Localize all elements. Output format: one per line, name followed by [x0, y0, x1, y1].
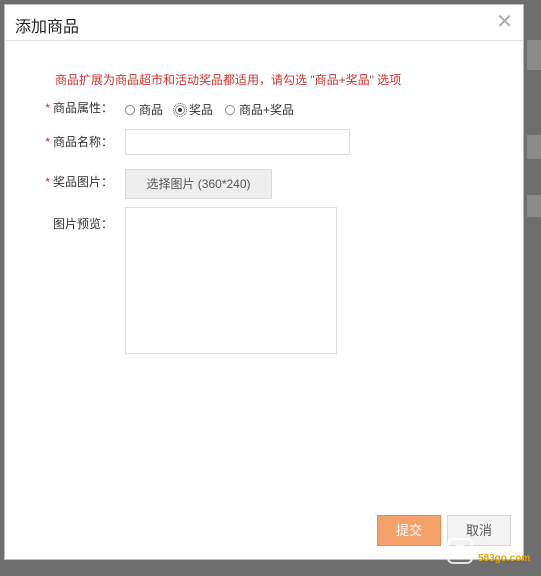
attribute-radio-group: 商品 奖品 商品+奖品 — [125, 101, 306, 118]
radio-label: 奖品 — [189, 103, 214, 117]
image-row: * 奖品图片： 选择图片 (360*240) — [5, 169, 523, 199]
background-strip — [527, 195, 541, 217]
name-label: 商品名称： — [52, 135, 113, 149]
image-label: 奖品图片： — [52, 175, 113, 189]
attribute-label: 商品属性： — [52, 101, 113, 115]
image-label-wrap: * 奖品图片： — [45, 173, 113, 190]
radio-button-selected[interactable] — [173, 102, 188, 117]
required-mark: * — [45, 175, 50, 189]
required-mark: * — [45, 135, 50, 149]
preview-label: 图片预览： — [52, 217, 113, 231]
background-strip — [527, 40, 541, 70]
site-watermark: 583go.com — [440, 531, 541, 576]
watermark-logo-icon — [447, 538, 473, 564]
notice-text: 商品扩展为商品超市和活动奖品都适用，请勾选 "商品+奖品" 选项 — [55, 73, 402, 87]
required-mark: * — [45, 101, 50, 115]
add-product-dialog: 添加商品 ✕ 商品扩展为商品超市和活动奖品都适用，请勾选 "商品+奖品" 选项 … — [4, 4, 524, 560]
radio-label: 商品+奖品 — [239, 103, 295, 117]
choose-image-button[interactable]: 选择图片 (360*240) — [125, 169, 272, 199]
radio-button[interactable] — [125, 104, 135, 115]
radio-option-prize[interactable]: 奖品 — [173, 101, 214, 118]
background-strip — [527, 135, 541, 159]
close-icon[interactable]: ✕ — [496, 10, 513, 34]
watermark-text: 583go.com — [478, 553, 531, 564]
radio-option-product-and-prize[interactable]: 商品+奖品 — [225, 101, 294, 118]
name-row: * 商品名称： — [5, 129, 523, 155]
radio-label: 商品 — [139, 103, 164, 117]
product-name-input[interactable] — [125, 129, 350, 155]
image-preview-box — [125, 207, 337, 354]
dialog-header: 添加商品 ✕ — [5, 5, 523, 41]
attribute-label-wrap: * 商品属性： — [45, 99, 113, 116]
name-label-wrap: * 商品名称： — [45, 133, 113, 150]
radio-option-product[interactable]: 商品 — [125, 101, 163, 118]
preview-row: 图片预览： — [5, 207, 523, 354]
dialog-title: 添加商品 — [15, 19, 80, 36]
radio-button[interactable] — [225, 104, 236, 115]
attribute-row: * 商品属性： 商品 奖品 商品+奖品 — [5, 101, 523, 121]
submit-button[interactable]: 提交 — [377, 515, 441, 546]
